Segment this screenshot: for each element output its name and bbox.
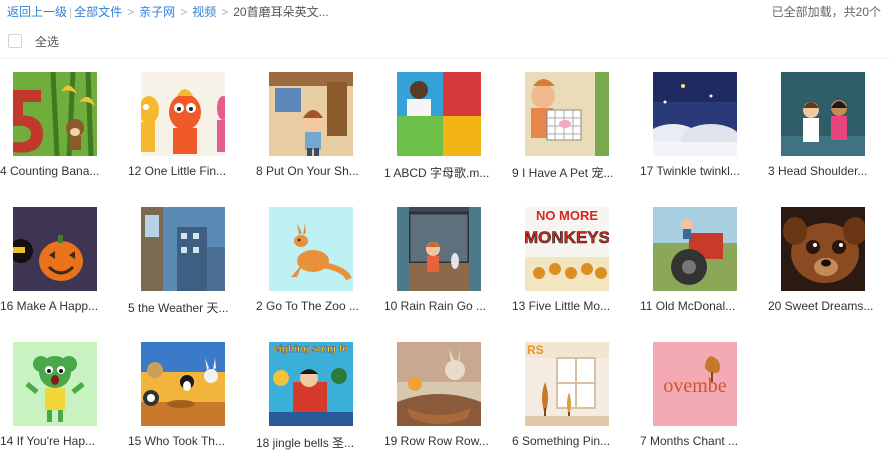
sweet-dreams-thumbnail [781,207,865,291]
back-link[interactable]: 返回上一级 [7,5,67,19]
video-item[interactable]: 3 Head Shoulder... [768,70,888,190]
video-item[interactable]: 2 Go To The Zoo ... [256,205,376,325]
file-name[interactable]: 18 jingle bells 圣... [256,434,368,451]
ovembe-thumb-text: ovembe [663,375,726,397]
file-name[interactable]: 16 Make A Happ... [0,299,112,313]
counting-bananas-thumbnail [13,72,97,156]
make-a-happy-face-thumbnail [13,207,97,291]
video-item[interactable]: NO MORE MONKEYS 13 Five Little Mo... [512,205,632,325]
video-item[interactable]: 20 Sweet Dreams... [768,205,888,325]
breadcrumb-separator: > [180,5,188,19]
jingle-bells-thumbnail: eighing song fo [269,342,353,426]
file-name[interactable]: 17 Twinkle twinkl... [640,164,752,178]
video-item[interactable]: 19 Row Row Row... [384,340,504,460]
file-name[interactable]: 13 Five Little Mo... [512,299,624,313]
rs-thumb-text: RS [527,343,544,357]
months-chant-thumbnail: ovembe [653,342,737,426]
twinkle-twinkle-thumbnail [653,72,737,156]
breadcrumb: 返回上一级 | 全部文件 > 亲子网 > 视频 >20首磨耳朵英文... [7,3,329,20]
file-name[interactable]: 14 If You're Hap... [0,434,112,448]
something-pink-thumbnail: RS [525,342,609,426]
the-weather-thumbnail [141,207,225,291]
file-name[interactable]: 8 Put On Your Sh... [256,164,368,178]
video-item[interactable]: 9 I Have A Pet 宠... [512,70,632,190]
monkeys-thumb-text: MONKEYS [525,228,609,247]
no-more-thumb-text: NO MORE [536,208,598,223]
put-on-your-shoes-thumbnail [269,72,353,156]
video-item[interactable]: 10 Rain Rain Go ... [384,205,504,325]
select-bar: 全选 [0,28,891,59]
rain-rain-go-away-thumbnail [397,207,481,291]
video-item[interactable]: 12 One Little Fin... [128,70,248,190]
breadcrumb-separator: > [221,5,229,19]
breadcrumb-separator: > [127,5,135,19]
who-took-the-cookie-thumbnail [141,342,225,426]
file-name[interactable]: 1 ABCD 字母歌.m... [384,164,496,181]
video-item[interactable]: 17 Twinkle twinkl... [640,70,760,190]
video-item[interactable]: 1 ABCD 字母歌.m... [384,70,504,190]
abcd-song-thumbnail [397,72,481,156]
file-name[interactable]: 10 Rain Rain Go ... [384,299,496,313]
select-all-label[interactable]: 全选 [35,33,59,50]
video-item[interactable]: 14 If You're Hap... [0,340,120,460]
i-have-a-pet-thumbnail [525,72,609,156]
file-name[interactable]: 20 Sweet Dreams... [768,299,880,313]
video-item[interactable]: 16 Make A Happ... [0,205,120,325]
file-name[interactable]: 5 the Weather 天... [128,299,240,316]
video-item[interactable]: 15 Who Took Th... [128,340,248,460]
video-item[interactable]: RS 6 Something Pin... [512,340,632,460]
file-name[interactable]: 4 Counting Bana... [0,164,112,178]
file-name[interactable]: 11 Old McDonal... [640,299,752,313]
breadcrumb-current: 20首磨耳朵英文... [233,5,329,19]
five-little-monkeys-thumbnail: NO MORE MONKEYS [525,207,609,291]
video-item[interactable]: 11 Old McDonal... [640,205,760,325]
file-name[interactable]: 2 Go To The Zoo ... [256,299,368,313]
breadcrumb-level1[interactable]: 亲子网 [139,5,175,19]
one-little-finger-thumbnail [141,72,225,156]
top-bar: 返回上一级 | 全部文件 > 亲子网 > 视频 >20首磨耳朵英文... 已全部加载，共20个 [0,0,891,22]
file-name[interactable]: 9 I Have A Pet 宠... [512,164,624,181]
file-name[interactable]: 15 Who Took Th... [128,434,240,448]
file-name[interactable]: 3 Head Shoulder... [768,164,880,178]
video-item[interactable]: ovembe 7 Months Chant ... [640,340,760,460]
go-to-the-zoo-thumbnail [269,207,353,291]
breadcrumb-level2[interactable]: 视频 [192,5,216,19]
file-name[interactable]: 7 Months Chant ... [640,434,752,448]
neighing-thumb-text: eighing song fo [274,344,348,355]
video-item[interactable]: 8 Put On Your Sh... [256,70,376,190]
row-row-row-thumbnail [397,342,481,426]
select-all-checkbox[interactable] [8,34,22,48]
old-mcdonald-thumbnail [653,207,737,291]
file-name[interactable]: 12 One Little Fin... [128,164,240,178]
file-name[interactable]: 19 Row Row Row... [384,434,496,448]
if-youre-happy-thumbnail [13,342,97,426]
video-item[interactable]: 4 Counting Bana... [0,70,120,190]
file-name[interactable]: 6 Something Pin... [512,434,624,448]
video-item[interactable]: eighing song fo 18 jingle bells 圣... [256,340,376,460]
breadcrumb-all-files[interactable]: 全部文件 [74,5,122,19]
head-shoulders-thumbnail [781,72,865,156]
video-item[interactable]: 5 the Weather 天... [128,205,248,325]
loaded-status: 已全部加载，共20个 [771,5,881,19]
